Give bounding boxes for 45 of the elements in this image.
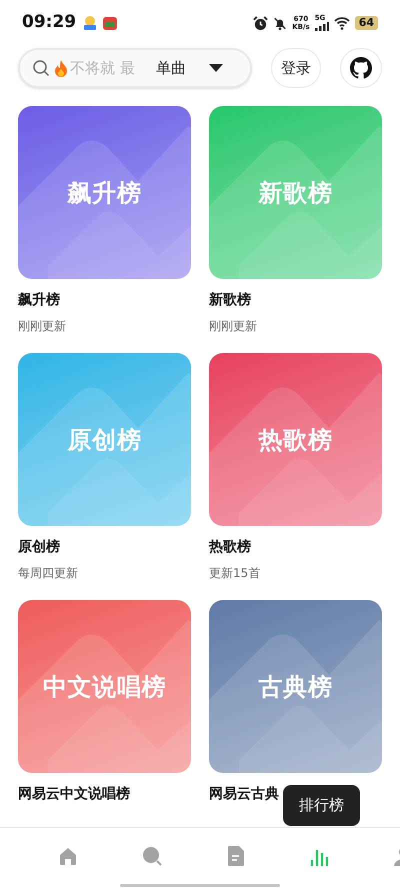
login-button[interactable]: 登录 [271,48,321,88]
alarm-icon [253,16,268,30]
chart-cover[interactable]: 中文说唱榜 [18,600,191,773]
chart-title: 网易云中文说唱榜 [18,785,130,804]
toast-message: 排行榜 [283,785,360,826]
github-icon [350,57,372,79]
clock-time: 09:29 [22,11,76,34]
nav-tab[interactable] [225,844,247,868]
chart-title: 网易云古典 [209,785,279,804]
cover-label: 新歌榜 [258,178,332,208]
cover-label: 热歌榜 [258,424,332,456]
caret-icon [208,63,224,73]
search-icon [32,59,50,77]
home-icon [57,845,79,867]
document-icon [225,845,247,867]
chart-update-note: 更新15首 [209,565,260,582]
cover-label: 古典榜 [258,672,332,702]
search-field[interactable]: 不将就 最 单曲 [18,48,252,88]
search-type-label: 单曲 [156,58,186,79]
chart-title: 飙升榜 [18,291,60,310]
battery-level: 64 [354,16,378,30]
github-button[interactable] [340,48,382,88]
chart-title: 原创榜 [18,538,60,557]
chart-cover[interactable]: 热歌榜 [209,353,382,526]
search-icon [141,845,163,867]
mute-bell-icon [273,16,288,30]
chart-update-note: 刚刚更新 [18,318,66,335]
search-input[interactable]: 不将就 最 [70,56,154,80]
chart-title: 热歌榜 [209,538,251,557]
cover-label: 中文说唱榜 [43,672,166,702]
chart-title: 新歌榜 [209,290,251,310]
fire-icon [53,59,69,77]
chart-cover[interactable]: 飙升榜 [18,106,191,279]
signal-icon [314,22,329,31]
chart-cover[interactable]: 原创榜 [18,353,191,526]
chart-update-note: 刚刚更新 [209,318,257,335]
app-icon [82,15,98,31]
chart-cover[interactable]: 新歌榜 [209,106,382,279]
chart-update-note: 每周四更新 [18,565,78,582]
chart-cover[interactable]: 古典榜 [209,600,382,773]
app-icon [102,15,118,31]
cover-label: 原创榜 [68,424,142,456]
cover-label: 飙升榜 [68,178,142,208]
nav-tab[interactable] [141,844,163,868]
wifi-icon [334,16,350,30]
